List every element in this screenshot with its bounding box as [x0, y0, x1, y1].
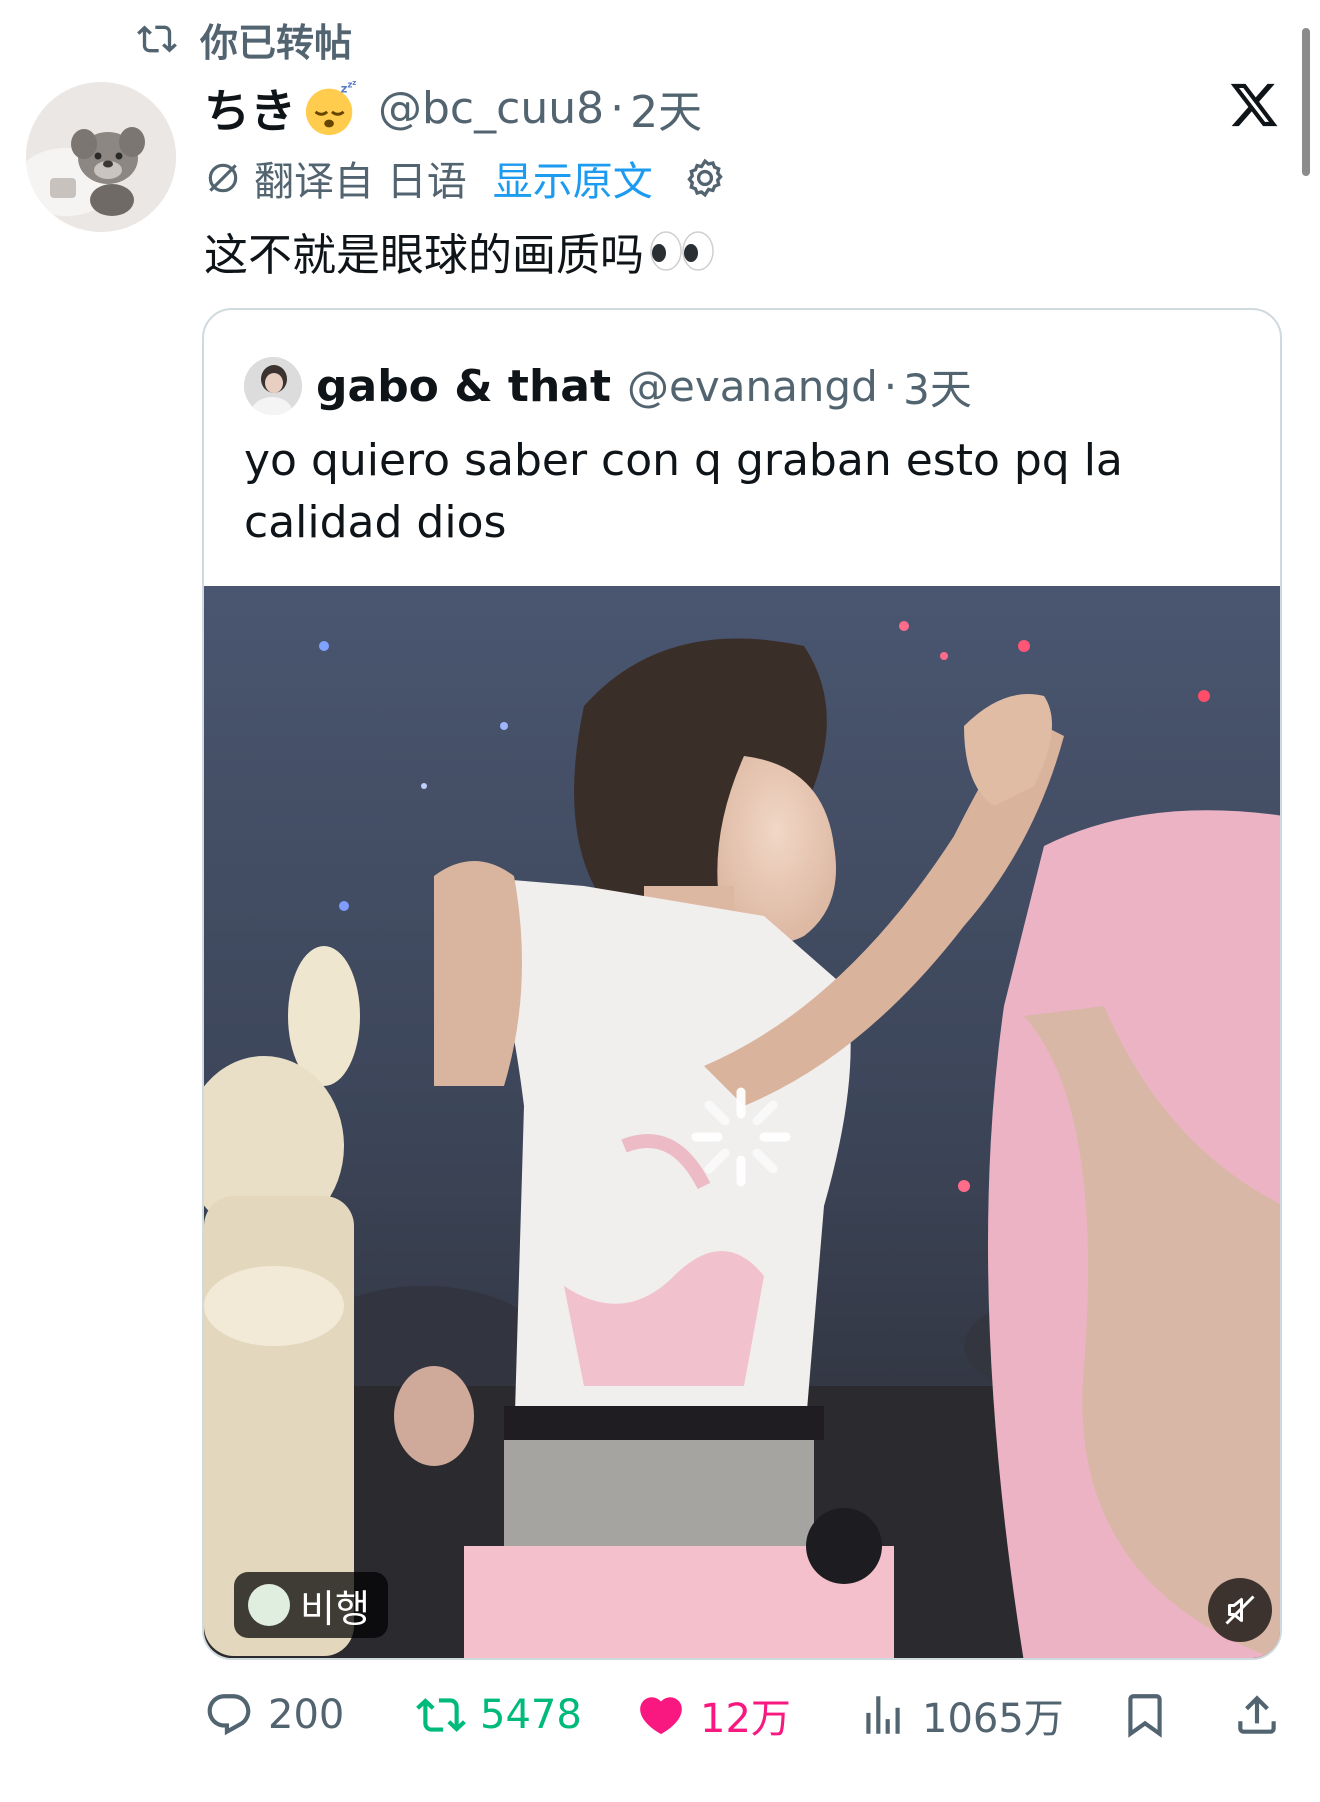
quoted-post-text-line: calidad dios — [244, 497, 507, 548]
share-icon — [1238, 1695, 1276, 1734]
separator-dot: · — [883, 361, 898, 411]
author-avatar[interactable] — [26, 82, 176, 232]
repost-banner-text: 你已转帖 — [200, 20, 353, 65]
bookmark-icon — [1128, 1694, 1162, 1738]
media-badge-text: 비행 — [300, 1586, 370, 1631]
eyes-emoji — [650, 231, 714, 271]
svg-text:z: z — [352, 79, 356, 87]
sleeping-face-emoji: z z z — [305, 79, 356, 136]
mute-toggle-button[interactable] — [1208, 1578, 1272, 1642]
loading-spinner-icon — [691, 1087, 791, 1187]
page-scrollbar[interactable] — [1302, 28, 1310, 176]
author-handle[interactable]: @bc_cuu8 — [378, 83, 604, 134]
bar-chart-icon — [866, 1696, 900, 1734]
author-display-name[interactable]: ちき — [204, 75, 296, 141]
separator-dot: · — [610, 82, 625, 134]
quoted-post-header: gabo & that @evanangd · 3天 — [244, 356, 972, 416]
repost-icon — [416, 1698, 466, 1732]
post-header: ちき z z z @bc_cuu8 · 2天 — [204, 76, 702, 140]
heart-icon — [640, 1697, 682, 1735]
x-logo-icon[interactable] — [1228, 78, 1280, 132]
quoted-author-avatar[interactable] — [244, 357, 302, 415]
muted-speaker-icon — [1225, 1595, 1255, 1625]
reply-button[interactable]: 200 — [204, 1680, 344, 1750]
post-timestamp[interactable]: 2天 — [630, 76, 702, 140]
repost-icon — [137, 25, 177, 53]
quoted-post-text: yo quiero saber con q graban esto pq la … — [244, 430, 1244, 554]
views-button[interactable]: 1065万 — [858, 1680, 1064, 1750]
like-count: 12万 — [700, 1696, 791, 1742]
reply-count: 200 — [268, 1692, 345, 1738]
share-button[interactable] — [1232, 1680, 1282, 1750]
quoted-author-handle[interactable]: @evanangd — [627, 362, 878, 411]
bookmark-button[interactable] — [1120, 1680, 1170, 1750]
quoted-post-text-line: yo quiero saber con q graban esto pq la — [244, 435, 1123, 486]
repost-button[interactable]: 5478 — [416, 1680, 582, 1750]
repost-banner: 你已转帖 — [132, 14, 353, 65]
post-text: 这不就是眼球的画质吗 — [204, 220, 716, 282]
action-bar: 200 5478 12万 1065万 — [0, 1680, 1320, 1750]
quoted-author-display-name[interactable]: gabo & that — [316, 361, 611, 412]
translated-from-label: 翻译自 日语 — [254, 159, 467, 205]
quoted-post-card[interactable]: gabo & that @evanangd · 3天 yo quiero sab… — [202, 308, 1282, 1660]
media-badge: 비행 — [234, 1572, 388, 1638]
quoted-post-timestamp[interactable]: 3天 — [903, 356, 972, 417]
repost-count: 5478 — [480, 1692, 582, 1738]
badge-dot-icon — [248, 1584, 290, 1626]
like-button[interactable]: 12万 — [636, 1680, 791, 1750]
views-count: 1065万 — [922, 1696, 1064, 1742]
translate-icon — [208, 163, 238, 193]
video-player[interactable]: 비행 — [204, 586, 1280, 1658]
gear-icon[interactable] — [683, 156, 727, 200]
show-original-link[interactable]: 显示原文 — [493, 149, 653, 207]
translation-row: 翻译自 日语 显示原文 — [204, 150, 727, 206]
post-text-content: 这不就是眼球的画质吗 — [204, 230, 644, 281]
reply-icon — [207, 1694, 251, 1736]
